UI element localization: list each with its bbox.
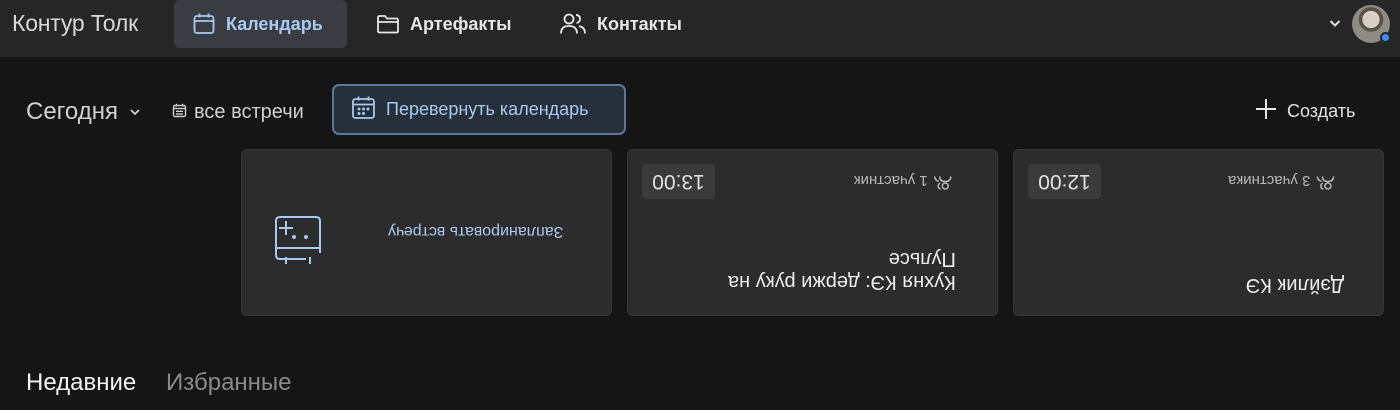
avatar[interactable] bbox=[1352, 5, 1391, 43]
meeting-time-badge: 13:00 bbox=[642, 164, 715, 199]
plus-icon bbox=[1254, 97, 1278, 126]
online-status-dot bbox=[1380, 32, 1391, 43]
users-icon bbox=[559, 12, 587, 36]
meeting-title-line-2: Пульсе bbox=[888, 248, 956, 270]
tab-recent[interactable]: Недавние bbox=[26, 369, 136, 397]
participants-count: 3 участника bbox=[1228, 171, 1335, 191]
folder-icon bbox=[376, 13, 400, 35]
tab-calendar[interactable]: Календарь bbox=[174, 0, 347, 48]
tab-contacts[interactable]: Контакты bbox=[541, 0, 700, 48]
users-icon bbox=[934, 171, 952, 191]
tab-artifacts-label: Артефакты bbox=[410, 13, 512, 34]
tab-artifacts[interactable]: Артефакты bbox=[358, 0, 530, 48]
meeting-card-kitchen[interactable]: 13:00 1 участник Кухня КЭ: держи руку на… bbox=[627, 149, 998, 316]
tab-favorites[interactable]: Избранные bbox=[166, 369, 292, 397]
tab-contacts-label: Контакты bbox=[597, 13, 682, 34]
participants-label: 3 участника bbox=[1228, 172, 1311, 190]
schedule-meeting-card[interactable]: Запланировать встречу bbox=[241, 149, 612, 316]
top-bar: Контур Толк Календарь Артефакты Контакты bbox=[0, 0, 1400, 57]
users-icon bbox=[1316, 171, 1335, 191]
meeting-title: Кухня КЭ: держи руку на Пульсе bbox=[728, 247, 956, 293]
create-label: Создать bbox=[1287, 100, 1356, 121]
all-meetings-filter[interactable]: все встречи bbox=[172, 98, 304, 126]
app-title: Контур Толк bbox=[12, 10, 138, 36]
schedule-meeting-label: Запланировать встречу bbox=[388, 223, 564, 240]
small-calendar-icon bbox=[172, 101, 187, 124]
calendar-grid-icon bbox=[351, 95, 376, 125]
meeting-time-badge: 12:00 bbox=[1028, 164, 1101, 199]
create-meeting-button[interactable]: Создать bbox=[1254, 96, 1355, 126]
meeting-card-daily[interactable]: 12:00 3 участника Дэйлик КЭ bbox=[1013, 149, 1384, 316]
flip-calendar-label: Перевернуть календарь bbox=[386, 99, 589, 119]
participants-label: 1 участник bbox=[854, 172, 928, 190]
meeting-title-line-1: Кухня КЭ: держи руку на bbox=[728, 271, 956, 293]
tab-calendar-label: Календарь bbox=[226, 13, 323, 34]
date-selector[interactable]: Сегодня bbox=[26, 97, 142, 127]
account-menu-chevron-icon[interactable] bbox=[1327, 15, 1343, 36]
calendar-add-icon bbox=[266, 206, 330, 269]
flip-calendar-button[interactable]: Перевернуть календарь bbox=[332, 84, 626, 135]
date-selector-label: Сегодня bbox=[26, 98, 118, 125]
chevron-down-icon bbox=[128, 98, 142, 126]
all-meetings-label: все встречи bbox=[194, 100, 304, 123]
participants-count: 1 участник bbox=[854, 171, 952, 191]
calendar-icon bbox=[192, 12, 216, 36]
meeting-title: Дэйлик КЭ bbox=[1246, 274, 1345, 296]
